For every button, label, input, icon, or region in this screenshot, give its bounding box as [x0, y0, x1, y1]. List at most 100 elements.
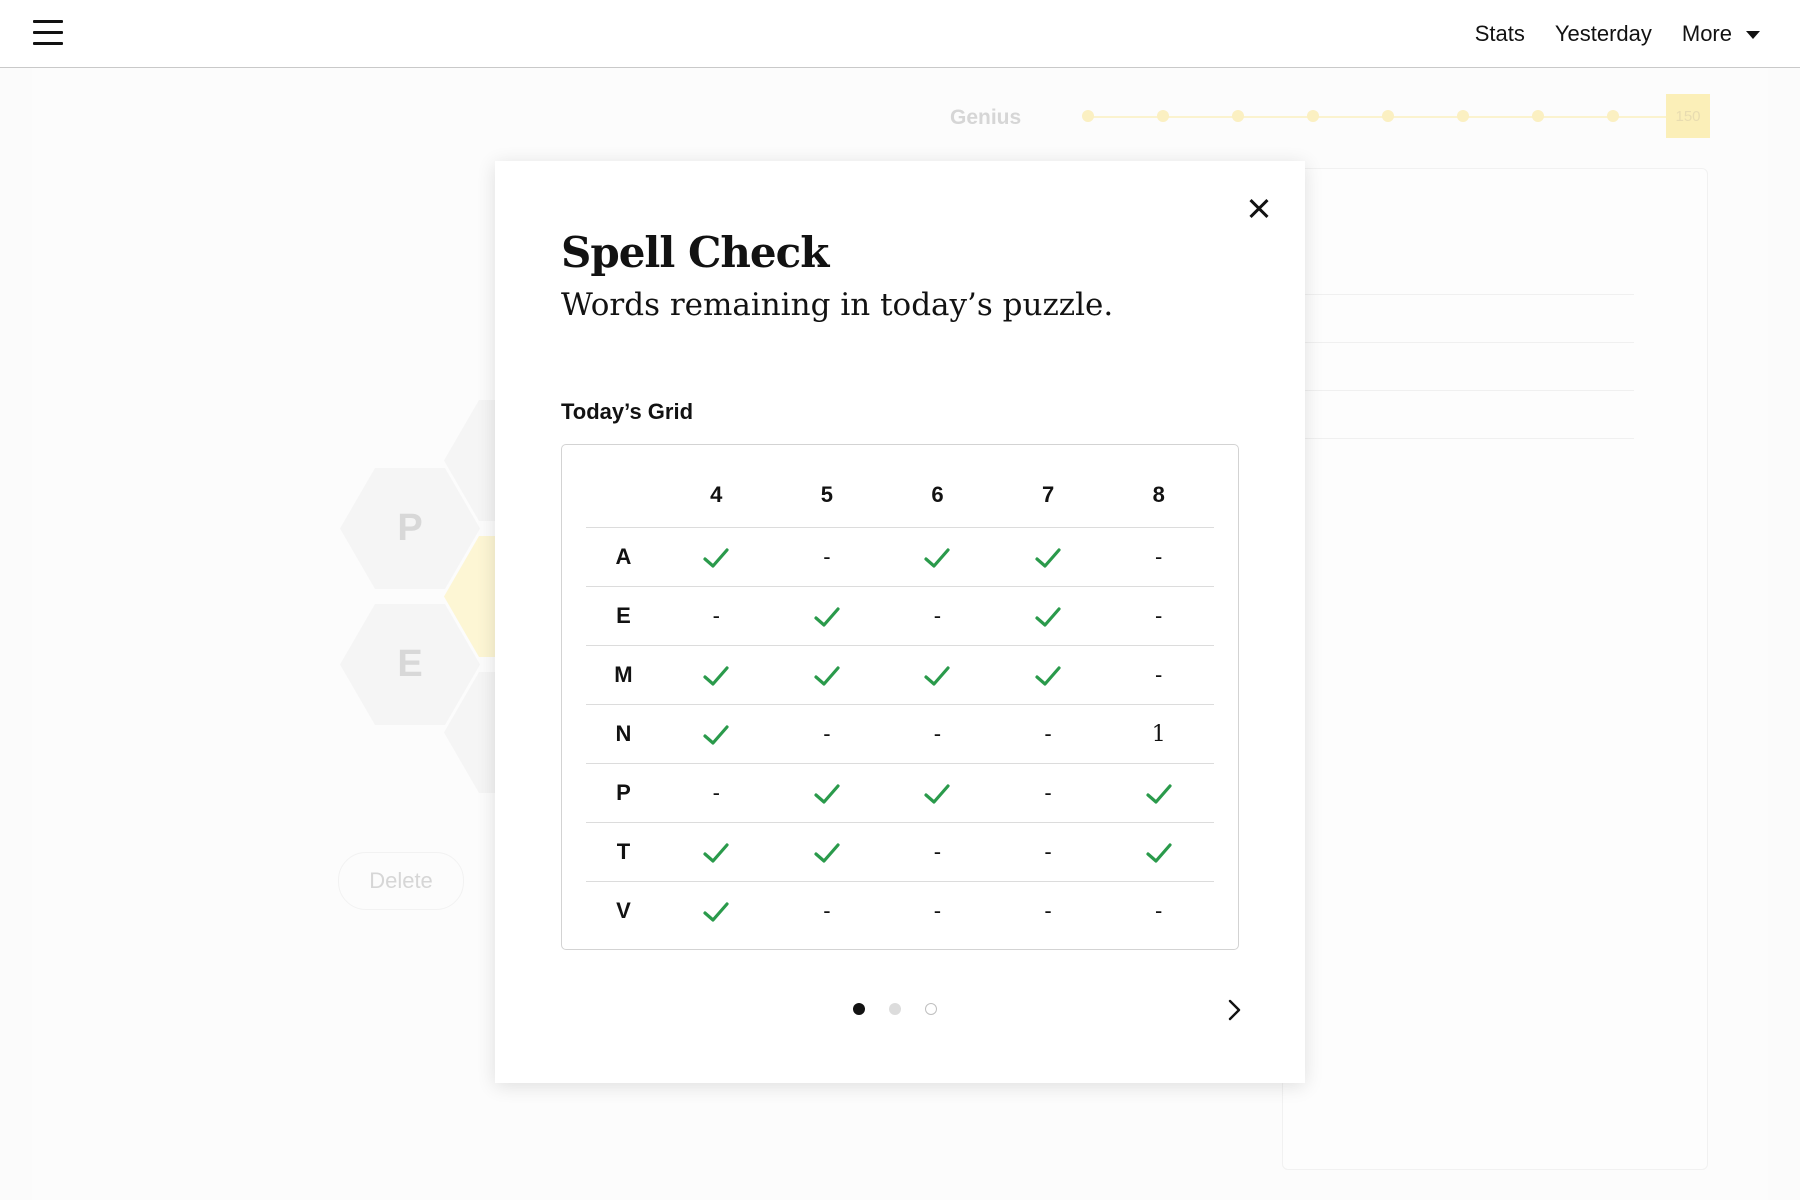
- checkmark-icon: [814, 607, 840, 627]
- more-menu-button[interactable]: More: [1682, 21, 1760, 47]
- grid-cell-empty: -: [1044, 721, 1052, 746]
- todays-grid: 4 5 6 7 8 A--E---M-N---1P--T--V----: [561, 444, 1239, 950]
- grid-cell: -: [1103, 882, 1214, 941]
- grid-cell-check: [771, 645, 883, 705]
- grid-cell: -: [1103, 586, 1214, 646]
- checkmark-icon: [814, 843, 840, 863]
- grid-cell-check: [882, 527, 993, 587]
- checkmark-icon: [1035, 548, 1061, 568]
- stats-link[interactable]: Stats: [1475, 21, 1525, 47]
- word-list-divider: [1290, 342, 1634, 343]
- rank-progress-track: [1088, 116, 1668, 118]
- grid-row-p: P--: [586, 763, 1214, 823]
- grid-cell-empty: -: [823, 721, 831, 746]
- delete-button[interactable]: Delete: [338, 852, 464, 910]
- grid-cell-empty: -: [933, 898, 942, 923]
- rank-score-badge: 150: [1666, 94, 1710, 138]
- word-list-divider: [1290, 294, 1634, 295]
- grid-row-e: E---: [586, 586, 1214, 646]
- grid-cell-check: [771, 586, 883, 646]
- rank-progress-dot: [1232, 110, 1244, 122]
- checkmark-icon: [703, 548, 729, 568]
- nav-links: Stats Yesterday More: [1475, 0, 1760, 67]
- grid-cell-check: [992, 645, 1104, 705]
- checkmark-icon: [814, 666, 840, 686]
- checkmark-icon: [1035, 607, 1061, 627]
- caret-down-icon: [1746, 30, 1760, 39]
- grid-cell: -: [992, 704, 1104, 764]
- grid-cell-check: [661, 882, 772, 941]
- grid-cell-empty: -: [1155, 603, 1163, 628]
- rank-label: Genius: [950, 106, 1022, 129]
- grid-cell-empty: -: [712, 780, 720, 805]
- grid-label: Today’s Grid: [561, 399, 694, 424]
- grid-cell-check: [882, 763, 993, 823]
- grid-cell-empty: -: [823, 898, 831, 923]
- grid-cell-check: [660, 645, 772, 705]
- column-header: 7: [992, 463, 1104, 528]
- grid-cell: -: [993, 882, 1104, 941]
- grid-cell-empty: -: [1155, 544, 1163, 569]
- grid-cell-count: 1: [1151, 722, 1166, 747]
- grid-cell-empty: -: [933, 839, 942, 864]
- grid-cell: -: [771, 704, 883, 764]
- grid-cell-empty: -: [712, 603, 720, 628]
- grid-cell: -: [1103, 527, 1214, 587]
- grid-cell-empty: -: [1155, 662, 1163, 687]
- grid-cell-empty: -: [933, 603, 942, 628]
- column-header: 4: [660, 463, 772, 528]
- rank-progress-dot: [1082, 110, 1094, 122]
- checkmark-icon: [703, 843, 729, 863]
- grid-row-a: A--: [586, 527, 1214, 587]
- rank-progress-dot: [1607, 110, 1619, 122]
- checkmark-icon: [924, 784, 951, 804]
- close-icon[interactable]: [1241, 191, 1277, 227]
- grid-header-row: 4 5 6 7 8: [586, 463, 1214, 528]
- grid-cell-empty: -: [1155, 898, 1163, 923]
- page-dot-1[interactable]: [853, 1003, 865, 1015]
- yesterday-link[interactable]: Yesterday: [1555, 21, 1652, 47]
- checkmark-icon: [924, 666, 951, 686]
- row-header: T: [586, 822, 661, 882]
- grid-cell: -: [992, 763, 1104, 823]
- chevron-right-icon[interactable]: [1221, 997, 1247, 1023]
- grid-row-m: M-: [586, 645, 1214, 705]
- grid-cell-check: [992, 586, 1104, 646]
- checkmark-icon: [703, 666, 729, 686]
- word-list-divider: [1290, 438, 1634, 439]
- page-dot-3[interactable]: [925, 1003, 937, 1015]
- checkmark-icon: [703, 725, 729, 745]
- checkmark-icon: [924, 548, 951, 568]
- grid-cell: -: [882, 882, 993, 941]
- grid-cell-check: [771, 822, 883, 882]
- grid-cell: 1: [1103, 704, 1214, 764]
- grid-cell: -: [660, 763, 772, 823]
- grid-cell: -: [992, 822, 1104, 882]
- grid-corner-cell: [586, 463, 661, 528]
- grid-cell: -: [660, 586, 772, 646]
- grid-cell-check: [1103, 763, 1214, 823]
- row-header: E: [586, 586, 661, 646]
- grid-cell-empty: -: [933, 721, 942, 746]
- grid-cell-empty: -: [1044, 898, 1052, 923]
- checkmark-icon: [1035, 666, 1061, 686]
- rank-progress-dot: [1157, 110, 1169, 122]
- checkmark-icon: [1146, 843, 1172, 863]
- grid-cell: -: [771, 527, 883, 587]
- grid-cell-empty: -: [823, 544, 831, 569]
- found-words-panel: [1282, 168, 1708, 1170]
- row-header: V: [616, 898, 631, 923]
- row-header: M: [586, 645, 661, 705]
- grid-cell-empty: -: [1044, 780, 1052, 805]
- page-dot-2[interactable]: [889, 1003, 901, 1015]
- grid-cell: -: [1103, 645, 1214, 705]
- top-nav-bar: Stats Yesterday More: [0, 0, 1800, 68]
- grid-cell-check: [1103, 822, 1214, 882]
- spell-check-modal: Spell Check Words remaining in today’s p…: [495, 161, 1305, 1083]
- grid-cell: -: [882, 704, 993, 764]
- grid-cell: -: [882, 586, 993, 646]
- row-header: N: [586, 704, 661, 764]
- rank-progress-dot: [1307, 110, 1319, 122]
- hamburger-menu-icon[interactable]: [33, 20, 63, 46]
- grid-cell-check: [771, 763, 883, 823]
